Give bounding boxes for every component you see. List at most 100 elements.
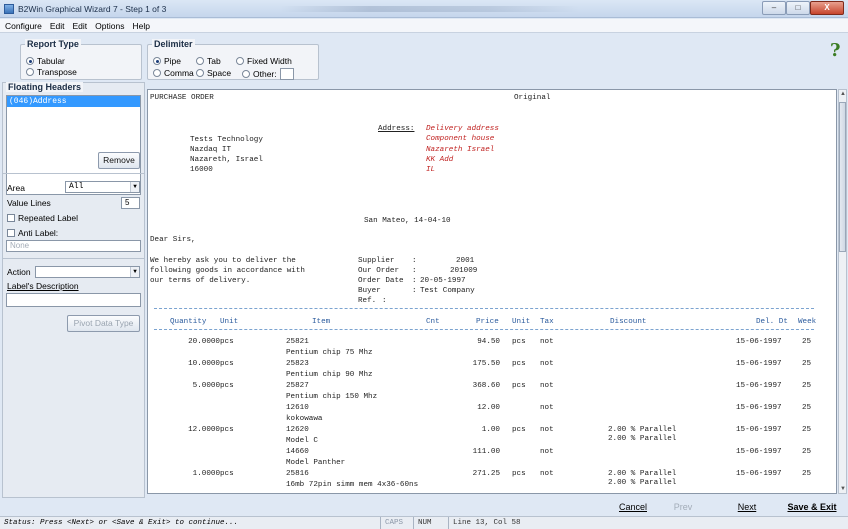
radio-pipe[interactable]: Pipe (153, 56, 181, 66)
row-disc: 2.00 % Parallel (608, 426, 677, 434)
info-colon: : (412, 277, 417, 285)
row-week: 25 (802, 360, 812, 368)
chevron-down-icon[interactable]: ▼ (130, 182, 139, 192)
row-unit: pcs (220, 360, 234, 368)
col-del-date: Del. Dt (756, 318, 788, 326)
radio-other[interactable]: Other: (242, 68, 294, 80)
col-cnt: Cnt (426, 318, 440, 326)
prev-label: Prev (673, 502, 693, 512)
anti-label-checkbox[interactable]: Anti Label: (7, 228, 58, 238)
menu-edit[interactable]: Edit (50, 19, 65, 32)
radio-label: Space (207, 68, 232, 78)
row-week: 25 (802, 338, 812, 346)
row-qty: 12.0000 (188, 426, 220, 434)
checkbox-label: Repeated Label (18, 213, 79, 223)
greeting: Dear Sirs, (150, 236, 196, 244)
separator (154, 308, 814, 309)
document-preview[interactable]: PURCHASE ORDER Original Tests Technology… (147, 89, 837, 494)
menu-edit-2[interactable]: Edit (73, 19, 88, 32)
row-tax: not (540, 426, 554, 434)
num-indicator: NUM (413, 517, 432, 529)
row-disc2: 2.00 % Parallel (608, 479, 677, 487)
row-disc2: 2.00 % Parallel (608, 435, 677, 443)
row-price: 94.50 (477, 338, 500, 346)
list-item[interactable]: (046)Address (7, 96, 140, 107)
title-bar: B2Win Graphical Wizard 7 - Step 1 of 3 –… (0, 0, 848, 18)
pivot-data-type-button[interactable]: Pivot Data Type (67, 315, 140, 332)
next-label: Next (737, 502, 757, 512)
radio-dot[interactable] (153, 69, 161, 77)
app-icon (4, 4, 14, 14)
row-item: 14660 (286, 448, 309, 456)
row-week: 25 (802, 448, 812, 456)
menu-help[interactable]: Help (132, 19, 149, 32)
scroll-up-icon[interactable]: ▲ (840, 91, 846, 97)
close-button[interactable]: X (810, 1, 844, 15)
action-select[interactable]: ▼ (35, 266, 140, 278)
save-exit-button[interactable]: Save & Exit (784, 498, 840, 516)
radio-dot[interactable] (196, 57, 204, 65)
action-label: Action (7, 267, 31, 277)
row-item: 25821 (286, 338, 309, 346)
cancel-button[interactable]: Cancel (612, 498, 654, 516)
checkbox-box[interactable] (7, 229, 15, 237)
scroll-thumb[interactable] (839, 102, 846, 252)
radio-transpose[interactable]: Transpose (26, 67, 77, 77)
cancel-label: Cancel (618, 502, 647, 512)
value-lines-input[interactable]: 5 (121, 197, 140, 209)
radio-comma[interactable]: Comma (153, 68, 194, 78)
row-week: 25 (802, 382, 812, 390)
row-unit: pcs (220, 470, 234, 478)
checkbox-box[interactable] (7, 214, 15, 222)
radio-tabular[interactable]: Tabular (26, 56, 65, 66)
row-description: Pentium chip 75 Mhz (286, 349, 373, 357)
info-colon: : (412, 267, 417, 275)
other-delimiter-input[interactable] (279, 68, 294, 80)
info-value: 201009 (450, 267, 478, 275)
col-unit: Unit (220, 318, 239, 326)
row-description: Pentium chip 90 Mhz (286, 371, 373, 379)
intro-line: our terms of delivery. (150, 277, 251, 285)
row-week: 25 (802, 404, 812, 412)
divider (3, 258, 144, 259)
radio-space[interactable]: Space (196, 68, 231, 78)
menu-configure[interactable]: Configure (5, 19, 42, 32)
row-item: 12620 (286, 426, 309, 434)
minimize-button[interactable]: – (762, 1, 786, 15)
radio-label: Tabular (37, 56, 65, 66)
info-value: 2001 (456, 257, 475, 265)
report-type-title: Report Type (25, 39, 81, 49)
radio-dot[interactable] (196, 69, 204, 77)
chevron-down-icon[interactable]: ▼ (130, 267, 139, 277)
info-colon: : (412, 257, 417, 265)
row-price: 1.00 (481, 426, 500, 434)
description-input[interactable] (6, 293, 141, 307)
area-select[interactable]: All ▼ (65, 181, 140, 193)
prev-button[interactable]: Prev (663, 498, 703, 516)
document-scrollbar[interactable]: ▲ ▼ (838, 89, 847, 494)
address-line: Delivery address (426, 125, 499, 133)
radio-dot[interactable] (26, 57, 34, 65)
address-line: KK Add (426, 156, 454, 164)
radio-dot[interactable] (236, 57, 244, 65)
menu-options[interactable]: Options (95, 19, 124, 32)
address-label[interactable]: Address: (378, 125, 414, 133)
help-icon[interactable]: ? (830, 40, 841, 61)
radio-fixed-width[interactable]: Fixed Width (236, 56, 292, 66)
radio-label: Pipe (164, 56, 182, 66)
info-key: Supplier (358, 257, 395, 265)
row-punit: pcs (512, 426, 526, 434)
maximize-button[interactable]: □ (786, 1, 810, 15)
info-colon: : (382, 297, 387, 305)
floating-headers-list[interactable]: (046)Address (6, 95, 141, 195)
anti-label-input[interactable]: None (6, 240, 141, 252)
radio-tab[interactable]: Tab (196, 56, 221, 66)
radio-dot[interactable] (153, 57, 161, 65)
remove-button[interactable]: Remove (98, 152, 140, 169)
repeated-label-checkbox[interactable]: Repeated Label (7, 213, 78, 223)
row-week: 25 (802, 426, 812, 434)
radio-dot[interactable] (26, 68, 34, 76)
next-button[interactable]: Next (730, 498, 764, 516)
radio-dot[interactable] (242, 70, 250, 78)
scroll-down-icon[interactable]: ▼ (840, 486, 846, 492)
